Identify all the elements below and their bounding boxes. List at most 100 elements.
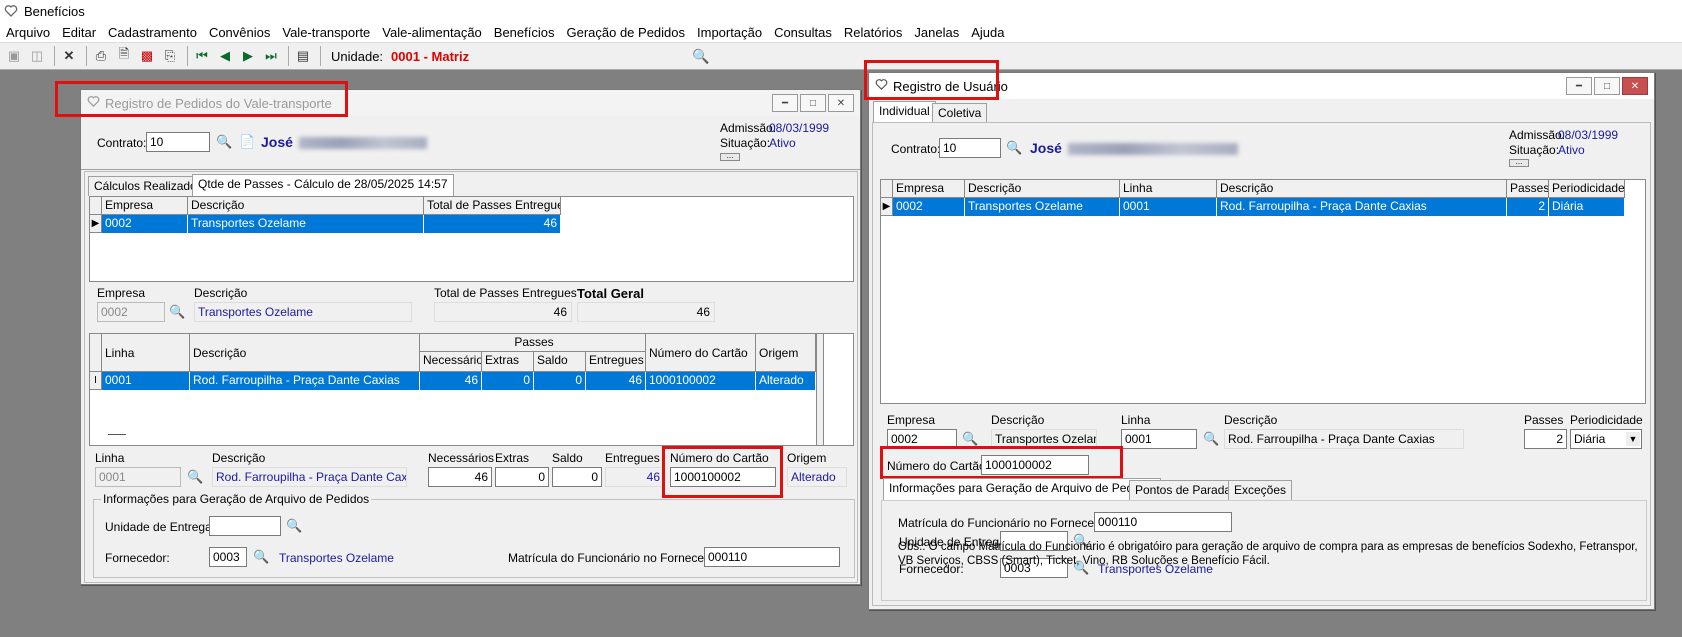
subtab-geracao[interactable]: Informações para Geração de Arquivo de P… — [883, 478, 1162, 500]
save-icon[interactable]: ▣ — [4, 46, 24, 66]
col-numero-cartao[interactable]: Número do Cartão — [646, 334, 756, 372]
col-periodicidade[interactable]: Periodicidade — [1549, 180, 1625, 198]
col-origem[interactable]: Origem — [756, 334, 816, 372]
grid-cell-cartao[interactable]: 1000100002 — [646, 372, 756, 390]
col-descricao[interactable]: Descrição — [188, 197, 424, 215]
cancel-edit-icon[interactable]: ◫ — [27, 46, 47, 66]
grid-cell-descricao[interactable]: Transportes Ozelame — [965, 198, 1120, 216]
unidade-search-icon[interactable]: 🔍 — [286, 518, 302, 534]
first-record-icon[interactable]: ⏮ — [192, 46, 212, 66]
grid-cell-origem[interactable]: Alterado — [756, 372, 816, 390]
menu-vale-alimentacao[interactable]: Vale-alimentação — [376, 25, 487, 40]
subtab-excecoes[interactable]: Exceções — [1228, 480, 1293, 500]
maximize-button[interactable]: □ — [1594, 77, 1620, 95]
print-icon[interactable]: ⎙ — [91, 46, 111, 66]
col-saldo[interactable]: Saldo — [534, 352, 586, 372]
grid-cell-empresa[interactable]: 0002 — [893, 198, 965, 216]
search-icon[interactable]: 🔍 — [691, 46, 711, 66]
grid-cell-extras[interactable]: 0 — [482, 372, 534, 390]
menu-vale-transporte[interactable]: Vale-transporte — [276, 25, 376, 40]
passes-input[interactable]: 2 — [1524, 429, 1567, 449]
grid-cell-linha[interactable]: 0001 — [102, 372, 190, 390]
grid-cell-saldo[interactable]: 0 — [534, 372, 586, 390]
grid-cell-empresa[interactable]: 0002 — [102, 215, 188, 233]
menu-beneficios[interactable]: Benefícios — [488, 25, 561, 40]
grid-cell-entregues[interactable]: 46 — [586, 372, 646, 390]
contract-search-icon[interactable]: 🔍 — [216, 134, 232, 150]
extras-field[interactable]: 0 — [495, 467, 549, 487]
empresa-search-icon[interactable]: 🔍 — [962, 431, 978, 447]
chevron-down-icon[interactable]: ▼ — [1626, 432, 1640, 446]
grid-cell-total[interactable]: 46 — [424, 215, 561, 233]
grid-cell-descricao[interactable]: Transportes Ozelame — [188, 215, 424, 233]
more-button[interactable]: ... — [720, 152, 740, 161]
print-preview-icon[interactable]: 🗎 — [114, 46, 134, 66]
minimize-button[interactable]: ━ — [1566, 77, 1592, 95]
col-necessarios[interactable]: Necessários — [420, 352, 482, 372]
close-button[interactable]: ✕ — [828, 94, 854, 112]
grid-cell-linha[interactable]: 0001 — [1120, 198, 1217, 216]
linhas-usuario-grid[interactable]: Empresa Descrição Linha Descrição Passes… — [880, 179, 1646, 404]
printer-setup-icon[interactable]: ⎘ — [160, 46, 180, 66]
maximize-button[interactable]: □ — [800, 94, 826, 112]
linha-input[interactable]: 0001 — [1121, 429, 1197, 449]
previous-record-icon[interactable]: ◀ — [215, 46, 235, 66]
saldo-field[interactable]: 0 — [552, 467, 602, 487]
menu-cadastramento[interactable]: Cadastramento — [102, 25, 203, 40]
minimize-button[interactable]: ━ — [772, 94, 798, 112]
contract-search-icon[interactable]: 🔍 — [1006, 140, 1022, 156]
col-descricao-linha[interactable]: Descrição — [1217, 180, 1507, 198]
more-button[interactable]: ... — [1509, 158, 1529, 167]
grid-cell-necessarios[interactable]: 46 — [420, 372, 482, 390]
grid-cell-descricao-linha[interactable]: Rod. Farroupilha - Praça Dante Caxias — [190, 372, 420, 390]
pdf-icon[interactable]: ▩ — [137, 46, 157, 66]
tab-coletiva[interactable]: Coletiva — [932, 103, 988, 123]
contract-input[interactable]: 10 — [939, 138, 1001, 158]
menu-consultas[interactable]: Consultas — [768, 25, 838, 40]
employee-card-icon[interactable]: 📄 — [239, 134, 255, 150]
empresa-grid[interactable]: Empresa Descrição Total de Passes Entreg… — [89, 196, 854, 282]
last-record-icon[interactable]: ⏭ — [261, 46, 281, 66]
menu-geracao-pedidos[interactable]: Geração de Pedidos — [560, 25, 691, 40]
col-linha[interactable]: Linha — [102, 334, 190, 372]
grid-cell-periodicidade[interactable]: Diária — [1549, 198, 1625, 216]
linha-search-icon[interactable]: 🔍 — [1203, 431, 1219, 447]
subtab-pontos-parada[interactable]: Pontos de Parada — [1129, 480, 1238, 500]
delete-icon[interactable]: ✕ — [59, 46, 79, 66]
matricula-input[interactable]: 000110 — [1094, 512, 1232, 532]
menu-relatorios[interactable]: Relatórios — [838, 25, 909, 40]
window-list-icon[interactable]: ▤ — [293, 46, 313, 66]
fornecedor-input[interactable]: 0003 — [209, 547, 247, 567]
col-extras[interactable]: Extras — [482, 352, 534, 372]
tab-calculos-realizados[interactable]: Cálculos Realizados — [88, 176, 209, 196]
linha-search-icon[interactable]: 🔍 — [187, 469, 203, 485]
necessarios-field[interactable]: 46 — [428, 467, 492, 487]
menu-importacao[interactable]: Importação — [691, 25, 768, 40]
col-entregues[interactable]: Entregues — [586, 352, 646, 372]
col-descricao[interactable]: Descrição — [965, 180, 1120, 198]
unidade-entrega-input[interactable] — [209, 516, 281, 536]
contract-input[interactable]: 10 — [146, 132, 210, 152]
linhas-grid[interactable]: Linha Descrição Passes Necessários Extra… — [89, 333, 854, 446]
matricula-input[interactable]: 000110 — [704, 547, 840, 567]
menu-convenios[interactable]: Convênios — [203, 25, 276, 40]
fornecedor-search-icon[interactable]: 🔍 — [253, 549, 269, 565]
next-record-icon[interactable]: ▶ — [238, 46, 258, 66]
menu-arquivo[interactable]: Arquivo — [0, 25, 56, 40]
col-empresa[interactable]: Empresa — [102, 197, 188, 215]
col-linha[interactable]: Linha — [1120, 180, 1217, 198]
grid-cell-passes[interactable]: 2 — [1507, 198, 1549, 216]
col-total-passes[interactable]: Total de Passes Entregues — [424, 197, 561, 215]
grid-cell-descricao-linha[interactable]: Rod. Farroupilha - Praça Dante Caxias — [1217, 198, 1507, 216]
tab-individual[interactable]: Individual — [873, 101, 936, 123]
grid-vertical-scrollbar[interactable] — [816, 334, 824, 445]
close-button[interactable]: ✕ — [1622, 77, 1648, 95]
menu-ajuda[interactable]: Ajuda — [965, 25, 1010, 40]
empresa-search-icon[interactable]: 🔍 — [169, 304, 185, 320]
menu-editar[interactable]: Editar — [56, 25, 102, 40]
col-descricao-linha[interactable]: Descrição — [190, 334, 420, 372]
tab-qtde-passes[interactable]: Qtde de Passes - Cálculo de 28/05/2025 1… — [192, 174, 454, 196]
col-empresa[interactable]: Empresa — [893, 180, 965, 198]
menu-janelas[interactable]: Janelas — [908, 25, 965, 40]
col-passes[interactable]: Passes — [1507, 180, 1549, 198]
